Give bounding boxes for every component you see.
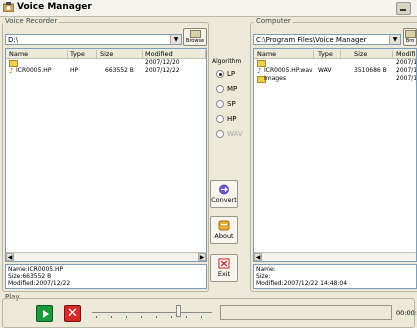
- radio-mp[interactable]: MP: [216, 84, 237, 94]
- col-modified[interactable]: Modified: [145, 50, 206, 58]
- title-bar: Voice Manager: [0, 0, 417, 17]
- col-size[interactable]: Size: [354, 50, 393, 58]
- computer-list-header: Name Type Size Modified: [254, 49, 416, 59]
- seek-tick: [96, 316, 97, 318]
- radio-icon: [216, 130, 224, 138]
- seek-tick: [141, 316, 142, 318]
- chevron-down-icon[interactable]: ▼: [389, 35, 400, 44]
- computer-browse-button[interactable]: Bro: [403, 28, 417, 46]
- radio-icon: [216, 70, 224, 78]
- about-icon: [218, 220, 230, 231]
- recorder-file-list[interactable]: Name Type Size Modified 2007/12/20 ♪ ICR…: [5, 48, 207, 262]
- stop-icon: ✕: [67, 306, 78, 321]
- folder-icon: [257, 60, 266, 67]
- radio-hp[interactable]: HP: [216, 114, 237, 124]
- table-row[interactable]: 2007/1: [254, 59, 416, 67]
- recorder-file-info: Name:ICR0005.HP Size:663552 B Modified:2…: [5, 264, 207, 289]
- radio-sp[interactable]: SP: [216, 99, 236, 109]
- folder-icon: [9, 60, 18, 67]
- recorder-path-value: D:\: [8, 36, 19, 44]
- radio-icon: [216, 100, 224, 108]
- exit-button[interactable]: Exit: [210, 254, 238, 282]
- scroll-right-icon[interactable]: ▶: [198, 253, 206, 261]
- playback-progress: [220, 305, 392, 320]
- scroll-left-icon[interactable]: ◀: [6, 253, 14, 261]
- radio-icon: [216, 85, 224, 93]
- app-icon: [3, 2, 14, 12]
- exit-icon: [218, 258, 230, 269]
- seek-tick: [171, 316, 172, 318]
- seek-tick: [186, 316, 187, 318]
- chevron-down-icon[interactable]: ▼: [170, 35, 181, 44]
- seek-thumb[interactable]: [176, 305, 181, 317]
- col-modified[interactable]: Modified: [396, 50, 416, 58]
- computer-path-select[interactable]: C:\Program Files\Voice Manager ▼: [253, 34, 401, 45]
- radio-lp[interactable]: LP: [216, 69, 235, 79]
- col-type[interactable]: Type: [70, 50, 97, 58]
- computer-label: Computer: [254, 17, 293, 25]
- table-row[interactable]: Images 2007/1: [254, 75, 416, 83]
- seek-tick: [111, 316, 112, 318]
- folder-icon: [189, 30, 201, 38]
- minimize-icon: [400, 9, 406, 11]
- radio-wav: WAV: [216, 129, 243, 139]
- algorithm-label: Algorithm: [212, 58, 242, 65]
- browse-label: Browse: [185, 38, 205, 44]
- play-button[interactable]: [36, 305, 53, 322]
- folder-icon: [404, 30, 416, 38]
- seek-track[interactable]: [92, 312, 212, 313]
- table-row[interactable]: ♪ ICR0005.HP.wav WAV 3510686 B 2007/1: [254, 67, 416, 75]
- table-row[interactable]: ♪ ICR0005.HP HP 663552 B 2007/12/22: [6, 67, 206, 75]
- col-type[interactable]: Type: [318, 50, 341, 58]
- convert-icon: [219, 184, 229, 195]
- audio-file-icon: ♪: [9, 67, 14, 75]
- computer-hscroll[interactable]: ◀: [254, 252, 416, 261]
- recorder-hscroll[interactable]: ◀ ▶: [6, 252, 206, 261]
- browse-label: Bro: [405, 38, 415, 44]
- seek-tick: [201, 316, 202, 318]
- recorder-list-header: Name Type Size Modified: [6, 49, 206, 59]
- convert-button[interactable]: Convert: [210, 180, 238, 208]
- voice-recorder-label: Voice Recorder: [3, 17, 60, 25]
- stop-button[interactable]: ✕: [64, 305, 81, 322]
- recorder-path-select[interactable]: D:\ ▼: [5, 34, 182, 45]
- play-time: 00:00:0: [396, 309, 417, 317]
- table-row[interactable]: 2007/12/20: [6, 59, 206, 67]
- col-name[interactable]: Name: [257, 50, 314, 58]
- about-button[interactable]: About: [210, 216, 238, 244]
- computer-file-info: Name: Size: Modified:2007/12/22 14:48:04: [253, 264, 417, 289]
- computer-file-list[interactable]: Name Type Size Modified 2007/1 ♪ ICR0005…: [253, 48, 417, 262]
- seek-tick: [156, 316, 157, 318]
- seek-tick: [126, 316, 127, 318]
- window-title: Voice Manager: [17, 2, 92, 12]
- col-name[interactable]: Name: [9, 50, 68, 58]
- audio-file-icon: ♪: [257, 67, 262, 75]
- scroll-left-icon[interactable]: ◀: [254, 253, 262, 261]
- col-size[interactable]: Size: [100, 50, 143, 58]
- radio-icon: [216, 115, 224, 123]
- computer-path-value: C:\Program Files\Voice Manager: [256, 36, 367, 44]
- minimize-button[interactable]: [396, 2, 411, 15]
- recorder-browse-button[interactable]: Browse: [183, 28, 207, 46]
